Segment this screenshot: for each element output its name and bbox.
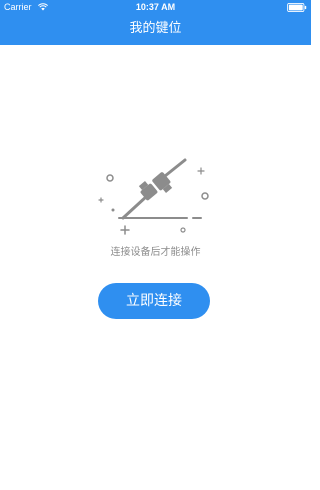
- status-time: 10:37 AM: [135, 2, 176, 12]
- connect-hint-text: 连接设备后才能操作: [110, 247, 201, 258]
- status-bar: Carrier 10:37 AM: [0, 0, 311, 14]
- unplugged-cable-icon: [98, 158, 209, 235]
- page-title: 我的键位: [129, 21, 182, 36]
- nav-bar: 我的键位: [0, 14, 311, 45]
- battery-icon: [287, 3, 307, 12]
- connect-now-button[interactable]: 立即连接: [98, 283, 210, 319]
